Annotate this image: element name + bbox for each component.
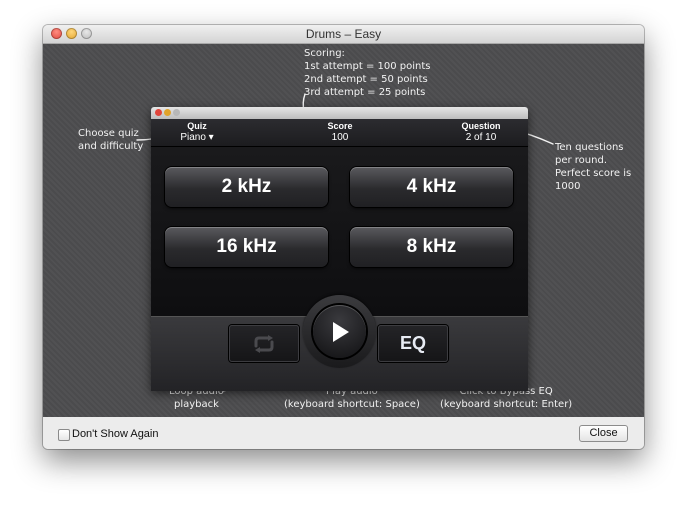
play-button[interactable] [313, 305, 366, 358]
answer-button[interactable]: 8 kHz [350, 227, 513, 267]
help-window: Drums – Easy Scoring: 1st attempt = 100 … [43, 25, 644, 449]
app-minimize-light [164, 109, 171, 116]
app-close-light [155, 109, 162, 116]
scoring-note-line: 2nd attempt = 50 points [304, 74, 428, 85]
quiz-note-line: and difficulty [78, 141, 144, 152]
score-label: Score [327, 121, 353, 131]
quiz-label: Quiz [187, 121, 207, 131]
eq-button-label: EQ [399, 333, 426, 353]
answer-button[interactable]: 2 kHz [165, 167, 328, 207]
quiz-note: Choose quiz and difficulty [78, 127, 143, 153]
answer-button[interactable]: 4 kHz [350, 167, 513, 207]
play-icon [332, 321, 349, 342]
question-label: Question [461, 121, 501, 131]
questions-note-line: Perfect score is [555, 168, 632, 179]
app-title-bar [151, 107, 528, 119]
bottom-bar: Don't Show Again Close [43, 417, 644, 449]
questions-note: Ten questions per round. Perfect score i… [555, 141, 631, 193]
eq-button[interactable]: EQ [378, 325, 448, 362]
questions-note-line: Ten questions [555, 142, 624, 153]
dont-show-again-label[interactable]: Don't Show Again [72, 428, 159, 440]
app-header: Quiz Piano ▾ Score 100 Question 2 of 10 [151, 119, 528, 147]
question-value: 2 of 10 [465, 132, 497, 143]
loop-icon [254, 334, 274, 353]
close-button[interactable]: Close [579, 425, 628, 442]
quiz-select[interactable]: Piano ▾ [173, 132, 221, 143]
quiz-note-line: Choose quiz [78, 128, 139, 139]
questions-note-line: per round. [555, 155, 608, 166]
answer-area: 2 kHz 4 kHz 16 kHz 8 kHz [151, 147, 528, 316]
scoring-note-line: 1st attempt = 100 points [304, 61, 431, 72]
loop-button[interactable] [229, 325, 299, 362]
app-preview: Quiz Piano ▾ Score 100 Question 2 of 10 … [151, 107, 528, 391]
play-note-line: (keyboard shortcut: Space) [284, 399, 420, 410]
score-value: 100 [331, 132, 349, 143]
title-bar: Drums – Easy [43, 25, 644, 44]
dont-show-again-checkbox[interactable] [58, 429, 70, 441]
app-zoom-light [173, 109, 180, 116]
answer-button[interactable]: 16 kHz [165, 227, 328, 267]
loop-note-line: playback [173, 399, 219, 410]
scoring-note-line: 3rd attempt = 25 points [304, 87, 426, 98]
help-overlay: Scoring: 1st attempt = 100 points 2nd at… [43, 44, 644, 417]
questions-note-line: 1000 [555, 181, 581, 192]
scoring-note: Scoring: 1st attempt = 100 points 2nd at… [304, 47, 431, 99]
eq-note-line: (keyboard shortcut: Enter) [440, 399, 573, 410]
window-title: Drums – Easy [305, 27, 382, 41]
scoring-note-line: Scoring: [304, 48, 345, 59]
